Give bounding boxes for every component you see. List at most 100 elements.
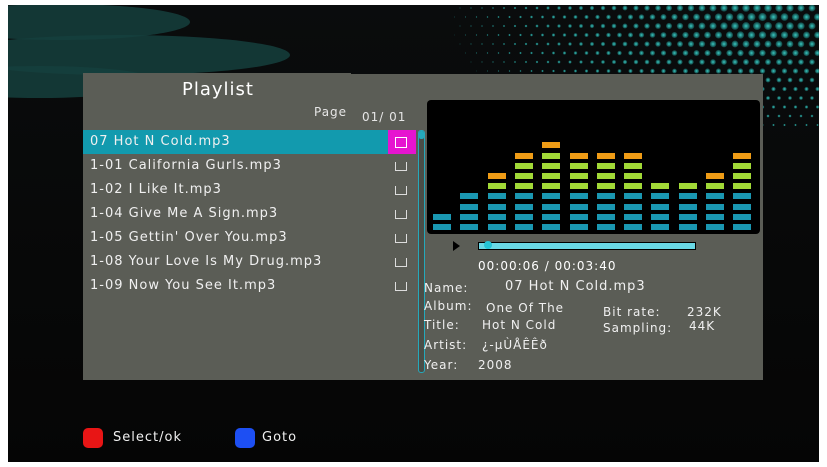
background-dot xyxy=(595,32,600,38)
background-dot xyxy=(775,22,783,30)
background-dot xyxy=(698,22,706,30)
background-dot xyxy=(794,123,797,127)
page-label: Page xyxy=(314,105,348,119)
blue-button-icon[interactable] xyxy=(235,428,255,448)
background-dot xyxy=(671,50,678,56)
background-dot xyxy=(465,52,466,54)
play-icon xyxy=(453,241,460,251)
background-dot xyxy=(682,13,689,21)
checkbox-icon[interactable] xyxy=(395,137,407,148)
background-dot xyxy=(804,86,809,92)
playlist-item[interactable]: 07 Hot N Cold.mp3 xyxy=(83,130,416,154)
equalizer-bar-segment xyxy=(542,162,561,169)
checkbox-icon[interactable] xyxy=(395,162,407,171)
background-dot xyxy=(742,22,750,30)
background-dot xyxy=(611,5,617,11)
equalizer-bar-segment xyxy=(678,193,697,200)
background-dot xyxy=(470,7,472,9)
equalizer-bar-segment xyxy=(514,213,533,220)
background-dot xyxy=(743,59,749,65)
playlist-item[interactable]: 1-02 I Like It.mp3 xyxy=(83,178,416,202)
background-dot xyxy=(503,43,505,45)
checkbox-icon[interactable] xyxy=(395,282,407,291)
playlist-item[interactable]: 1-09 Now You See It.mp3 xyxy=(83,274,416,298)
background-dot xyxy=(791,13,800,21)
background-dot xyxy=(772,123,775,127)
artist-label: Artist: xyxy=(424,338,468,352)
background-dot xyxy=(704,49,711,57)
playlist-item[interactable]: 1-05 Gettin' Over You.mp3 xyxy=(83,226,416,250)
background-dot xyxy=(752,21,762,31)
screen-border-left xyxy=(0,0,8,467)
equalizer-bar-segment xyxy=(569,162,588,169)
background-dot xyxy=(731,40,739,48)
background-dot xyxy=(666,59,672,65)
background-dot xyxy=(798,59,804,65)
background-dot xyxy=(454,34,455,36)
background-dot xyxy=(732,59,738,65)
background-dot xyxy=(644,41,650,47)
equalizer-bar-segment xyxy=(733,152,752,159)
background-dot xyxy=(622,59,628,65)
equalizer-bar-segment xyxy=(514,183,533,190)
equalizer-bar-segment xyxy=(514,224,533,230)
playlist-scrollbar[interactable] xyxy=(418,130,425,373)
background-dot xyxy=(622,5,628,11)
equalizer-bar-segment xyxy=(514,203,533,210)
background-dot xyxy=(704,31,711,39)
background-dot xyxy=(524,60,528,64)
background-dot xyxy=(671,13,678,21)
background-dot xyxy=(627,32,634,38)
background-dot xyxy=(568,6,572,10)
equalizer-bar-segment xyxy=(542,142,561,149)
checkbox-icon[interactable] xyxy=(395,210,407,219)
red-button-icon[interactable] xyxy=(83,428,103,448)
checkbox-icon[interactable] xyxy=(395,234,407,243)
background-dot xyxy=(781,68,788,74)
background-dot xyxy=(508,33,511,37)
equalizer-bar-segment xyxy=(624,152,643,159)
background-dot xyxy=(788,114,792,118)
background-dot xyxy=(513,6,517,10)
background-dot xyxy=(573,33,578,37)
playlist-item[interactable]: 1-08 Your Love Is My Drug.mp3 xyxy=(83,250,416,274)
equalizer-bar-segment xyxy=(706,193,724,200)
background-dot xyxy=(787,77,793,83)
scrollbar-thumb[interactable] xyxy=(419,131,424,139)
background-dot xyxy=(725,13,734,21)
equalizer-bar-segment xyxy=(706,213,724,220)
background-dot xyxy=(459,43,461,45)
progress-bar[interactable] xyxy=(478,242,696,250)
playlist-title: Playlist xyxy=(182,79,254,100)
equalizer-bar-segment xyxy=(651,183,670,190)
background-dot xyxy=(644,23,650,29)
background-dot xyxy=(584,14,589,20)
background-dot xyxy=(459,25,461,27)
checkbox-icon[interactable] xyxy=(395,258,407,267)
equalizer-bar-segment xyxy=(624,213,643,220)
background-dot xyxy=(633,23,639,29)
background-dot xyxy=(470,25,472,27)
playlist-item[interactable]: 1-01 California Gurls.mp3 xyxy=(83,154,416,178)
background-dot xyxy=(589,23,595,29)
equalizer-bar-segment xyxy=(514,193,533,200)
playlist-item[interactable]: 1-04 Give Me A Sign.mp3 xyxy=(83,202,416,226)
goto-label: Goto xyxy=(262,430,298,445)
background-dot xyxy=(709,22,717,30)
checkbox-icon[interactable] xyxy=(395,186,407,195)
background-dot xyxy=(737,49,744,57)
playlist-item-label: 1-04 Give Me A Sign.mp3 xyxy=(90,206,279,221)
background-dot xyxy=(492,61,494,63)
equalizer-bar-segment xyxy=(678,213,697,220)
equalizer-bar-segment xyxy=(596,193,615,200)
background-dot xyxy=(475,16,478,18)
equalizer-bar-segment xyxy=(733,224,752,230)
equalizer-bar-segment xyxy=(706,203,724,210)
background-dot xyxy=(676,4,684,12)
equalizer-bar-segment xyxy=(460,193,479,200)
background-dot xyxy=(584,69,589,73)
background-dot xyxy=(783,123,786,127)
background-dot xyxy=(803,68,810,74)
background-dot xyxy=(782,105,787,109)
background-dot xyxy=(563,69,566,73)
